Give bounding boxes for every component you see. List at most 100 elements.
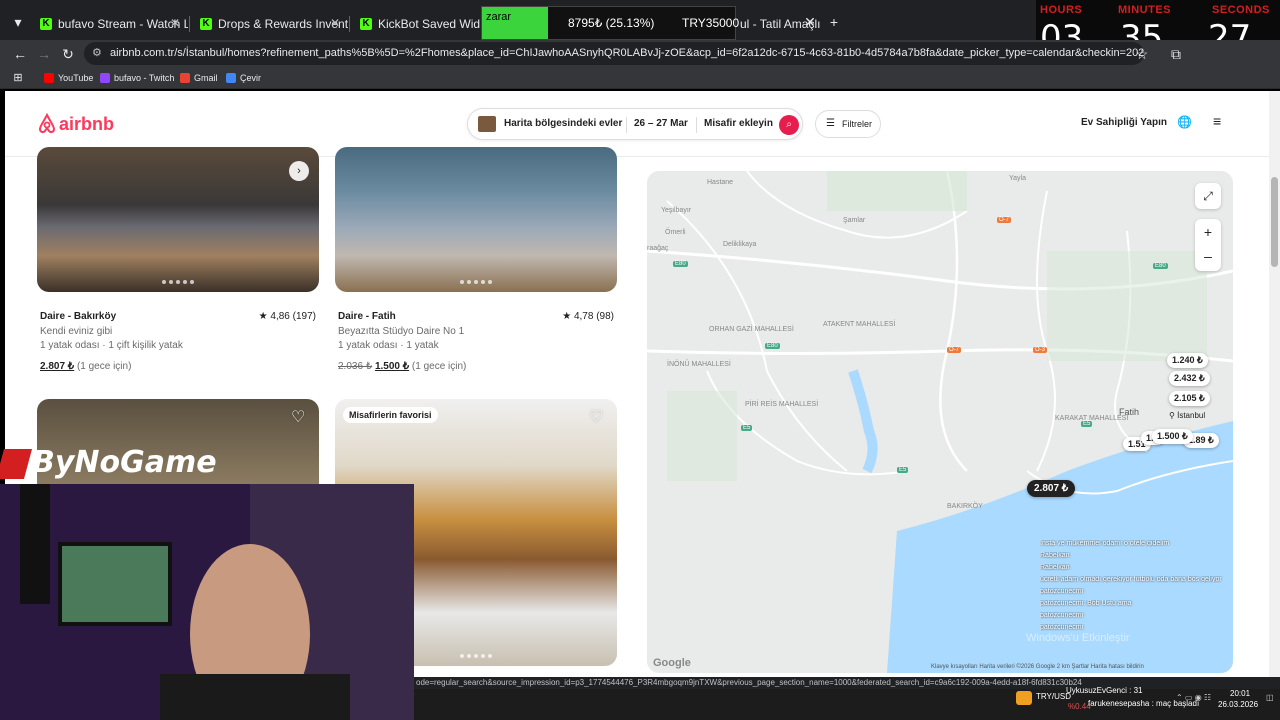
listing-price[interactable]: 2.807 ₺ (1 gece için)	[40, 361, 131, 372]
chat-overlay: İnsta ve mükemmel odamı o otele gidelim …	[1040, 540, 1280, 690]
listing-card[interactable]: Daire - Fatih ★ 4,78 (98) Beyazıtta Stüd…	[335, 147, 617, 387]
tab-drops-rewards[interactable]: K Drops & Rewards Inventory - K ✕	[190, 8, 348, 40]
back-icon[interactable]: ←	[10, 44, 30, 64]
road-badge: O-7	[947, 347, 962, 353]
map-label: ORHAN GAZİ MAHALLESİ	[709, 326, 794, 333]
extensions-icon[interactable]: ⧉	[1166, 44, 1186, 64]
old-price: 2.036 ₺	[338, 361, 373, 372]
bookmark-star-icon[interactable]: ☆	[1132, 44, 1152, 64]
kick-icon: K	[360, 18, 372, 30]
zoom-out-button[interactable]: –	[1195, 245, 1221, 271]
taskbar: TRY/USD %0.44 UykusuzEvGenci : 31 faruke…	[414, 686, 1280, 720]
chat-message: ücretli adam olmadı gerekiyor futbolu od…	[1040, 576, 1222, 583]
price-pin[interactable]: 1.240 ₺	[1167, 353, 1208, 368]
close-icon[interactable]: ✕	[800, 12, 820, 32]
road-badge: E5	[741, 425, 753, 431]
apps-grid-icon[interactable]: ⊞	[8, 68, 28, 88]
gmail-icon	[180, 73, 190, 83]
map-label: Hastane	[707, 179, 734, 186]
listing-beds: 1 yatak odası · 1 yatak	[338, 340, 439, 351]
minutes-label: MINUTES	[1118, 4, 1171, 16]
search-bar[interactable]: Harita bölgesindeki evler 26 – 27 Mar Mi…	[467, 108, 803, 140]
webcam-overlay	[0, 484, 414, 720]
price-pin-selected[interactable]: 2.807 ₺	[1027, 480, 1076, 497]
tab-label: KickBot Saved Widgets	[378, 17, 480, 31]
map-label: BAKIRKÖY	[947, 503, 983, 510]
road-badge: E80	[765, 343, 780, 349]
bookmark-twitch[interactable]: bufavo - Twitch	[100, 71, 174, 85]
price-value: 2.807 ₺	[40, 361, 75, 372]
bookmark-cevir[interactable]: Çevir	[226, 71, 261, 85]
webcam-feed	[0, 484, 414, 720]
chat-message: patozcunecmi: Bob Ustü ama	[1040, 600, 1132, 607]
chat-message: Rabelkan	[1040, 564, 1070, 571]
address-bar-row: ← → ↻ ⚙ airbnb.com.tr/s/İstanbul/homes?r…	[0, 40, 1280, 67]
listing-card[interactable]: › Daire - Bakırköy ★ 4,86 (197) Kendi ev…	[37, 147, 319, 387]
notification-bell-icon[interactable]: ◫	[1266, 693, 1274, 702]
listing-beds: 1 yatak odası · 1 çift kişilik yatak	[40, 340, 183, 351]
listing-price[interactable]: 2.036 ₺ 1.500 ₺ (1 gece için)	[338, 361, 466, 372]
bookmark-youtube[interactable]: YouTube	[44, 71, 93, 85]
forward-icon[interactable]: →	[34, 44, 54, 64]
search-location[interactable]: Harita bölgesindeki evler	[504, 118, 622, 129]
photo-dots	[460, 654, 492, 658]
google-logo: Google	[653, 657, 691, 669]
map-label: Ömerli	[665, 229, 686, 236]
filters-button[interactable]: ☰ Filtreler	[815, 110, 881, 138]
photo-dots	[162, 280, 194, 284]
chat-message: patozcunecmi	[1040, 612, 1084, 619]
tab-kickbot-widgets[interactable]: K KickBot Saved Widgets	[350, 8, 480, 40]
translate-icon	[226, 73, 236, 83]
menu-icon[interactable]: ≡	[1213, 113, 1221, 129]
heart-icon[interactable]: ♡	[291, 407, 309, 426]
place-label: ⚲ İstanbul	[1169, 411, 1205, 420]
fullscreen-icon[interactable]: ⤢	[1195, 183, 1221, 209]
url-input[interactable]: ⚙ airbnb.com.tr/s/İstanbul/homes?refinem…	[84, 42, 1144, 65]
tray-icons[interactable]: ⌃ ▭ ◉ ☷	[1176, 693, 1211, 702]
bookmark-label: bufavo - Twitch	[114, 73, 175, 83]
price-value: 1.500 ₺	[374, 361, 410, 372]
site-info-icon[interactable]: ⚙	[92, 42, 102, 65]
map-label: PİRİ REİS MAHALLESİ	[745, 401, 819, 408]
fox-icon[interactable]	[1016, 691, 1032, 705]
new-tab-button[interactable]: +	[824, 12, 844, 32]
listing-photo[interactable]	[335, 147, 617, 292]
map-label: Yeşilbayır	[661, 207, 692, 214]
location-pin-icon: ⚲	[1169, 411, 1175, 420]
listing-title: Daire - Bakırköy	[40, 311, 117, 322]
search-guests[interactable]: Misafir ekleyin	[704, 118, 773, 129]
close-icon[interactable]: ✕	[170, 16, 180, 30]
road-badge: E80	[1153, 263, 1168, 269]
stock-value: 8795₺ (25.13%)	[568, 16, 655, 30]
map-label: Deliklikaya	[723, 241, 757, 248]
become-host-link[interactable]: Ev Sahipliği Yapın	[1081, 117, 1167, 128]
price-pin[interactable]: 1.500 ₺	[1152, 429, 1193, 444]
search-dates[interactable]: 26 – 27 Mar	[634, 118, 688, 129]
tab-bufavo-stream[interactable]: K bufavo Stream - Watch Live on ✕	[30, 8, 188, 40]
price-pin[interactable]: 2.105 ₺	[1169, 391, 1210, 406]
tab-search-icon[interactable]: ▾	[8, 12, 28, 32]
globe-icon[interactable]: 🌐	[1177, 115, 1192, 129]
heart-icon[interactable]: ♡	[589, 407, 607, 426]
listing-subtitle: Beyazıtta Stüdyo Daire No 1	[338, 326, 465, 337]
bookmark-gmail[interactable]: Gmail	[180, 71, 218, 85]
logo-text: airbnb	[59, 114, 115, 134]
scrollbar-thumb[interactable]	[1271, 177, 1278, 267]
guest-favorite-badge: Misafirlerin favorisi	[343, 407, 438, 423]
listing-photo[interactable]	[37, 147, 319, 292]
zoom-in-button[interactable]: +	[1195, 219, 1221, 245]
filters-label: Filtreler	[842, 119, 873, 129]
reload-icon[interactable]: ↻	[58, 44, 78, 64]
price-note: (1 gece için)	[76, 361, 132, 372]
url-text: airbnb.com.tr/s/İstanbul/homes?refinemen…	[110, 47, 1144, 59]
search-button[interactable]: ⌕	[779, 115, 799, 135]
map-label: İNÖNÜ MAHALLESİ	[667, 361, 731, 368]
bookmark-label: YouTube	[58, 73, 94, 83]
listing-rating: ★ 4,78 (98)	[562, 311, 614, 322]
chat-message: patozcunecmi	[1040, 624, 1084, 631]
bookmarks-bar: ⊞ YouTube bufavo - Twitch Gmail Çevir	[0, 67, 1280, 89]
chevron-right-icon[interactable]: ›	[289, 161, 309, 181]
close-icon[interactable]: ✕	[330, 16, 340, 30]
road-badge: E5	[897, 467, 909, 473]
price-pin[interactable]: 2.432 ₺	[1169, 371, 1210, 386]
